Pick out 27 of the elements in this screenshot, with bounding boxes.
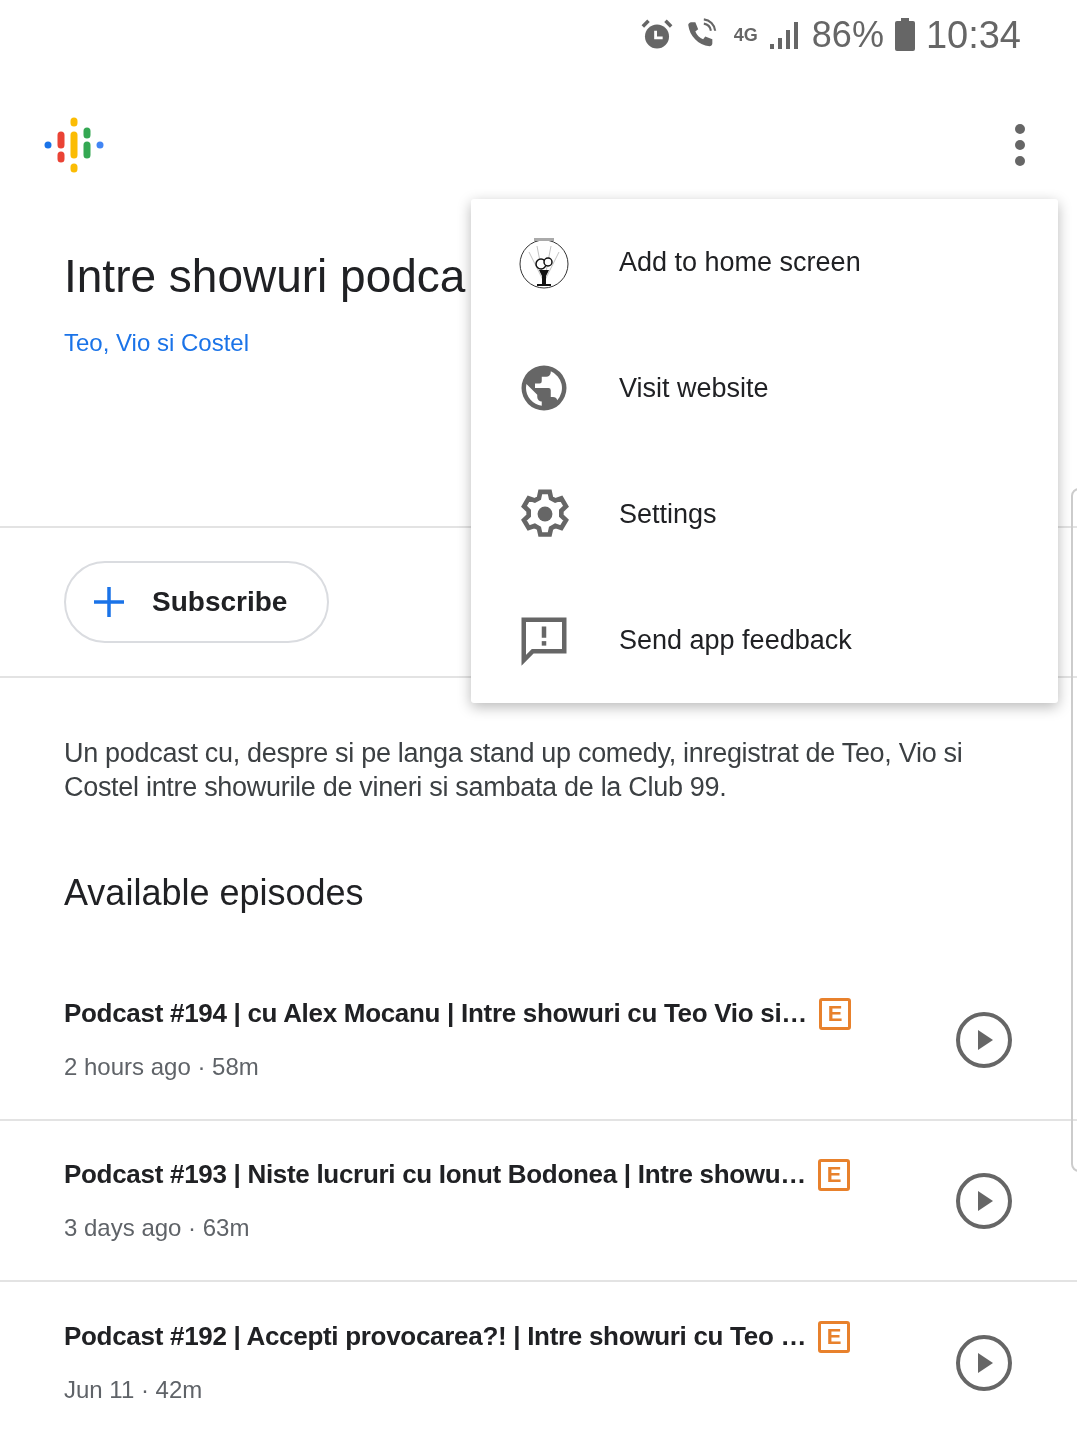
- clock: 10:34: [925, 12, 1021, 58]
- app-logo: [44, 115, 104, 175]
- episode-title[interactable]: Podcast #192 | Accepti provocarea?! | Intre showuri cu Teo …: [64, 1317, 807, 1356]
- menu-item[interactable]: Visit website: [471, 325, 1058, 451]
- more-icon[interactable]: [1013, 123, 1027, 167]
- episode-title[interactable]: Podcast #193 | Niste lucruri cu Ionut Bodonea | Intre showu…: [64, 1155, 807, 1194]
- plus-icon: [92, 585, 126, 619]
- section-heading: Available episodes: [63, 871, 365, 915]
- battery-icon: [893, 18, 916, 52]
- battery-percent: 86%: [811, 13, 884, 57]
- podcast-description: Un podcast cu, despre si pe langa stand up comedy, inregistrat de Teo, Vio si Costel intre showurile de vineri si sambata de la Club 99.: [63, 737, 964, 804]
- podcast-title: Intre showuri podca: [64, 249, 466, 304]
- menu-item[interactable]: Add to home screen: [471, 199, 1058, 325]
- play-icon[interactable]: [955, 1171, 1013, 1230]
- episode-meta: Jun 11 · 42m: [64, 1375, 204, 1405]
- explicit-badge: E: [818, 1320, 851, 1353]
- episode-meta: 3 days ago · 63m: [64, 1213, 251, 1243]
- menu-item[interactable]: Settings: [471, 451, 1058, 577]
- episode-meta: 2 hours ago · 58m: [64, 1052, 260, 1082]
- explicit-badge: E: [818, 1158, 851, 1191]
- subscribe-button[interactable]: Subscribe: [64, 561, 329, 643]
- play-icon[interactable]: [955, 1333, 1013, 1392]
- menu-item[interactable]: Send app feedback: [471, 577, 1058, 703]
- episode-title[interactable]: Podcast #194 | cu Alex Mocanu | Intre showuri cu Teo Vio si…: [64, 994, 808, 1033]
- explicit-badge: E: [819, 997, 852, 1030]
- play-icon[interactable]: [955, 1010, 1013, 1069]
- network-label: 4G: [733, 23, 758, 47]
